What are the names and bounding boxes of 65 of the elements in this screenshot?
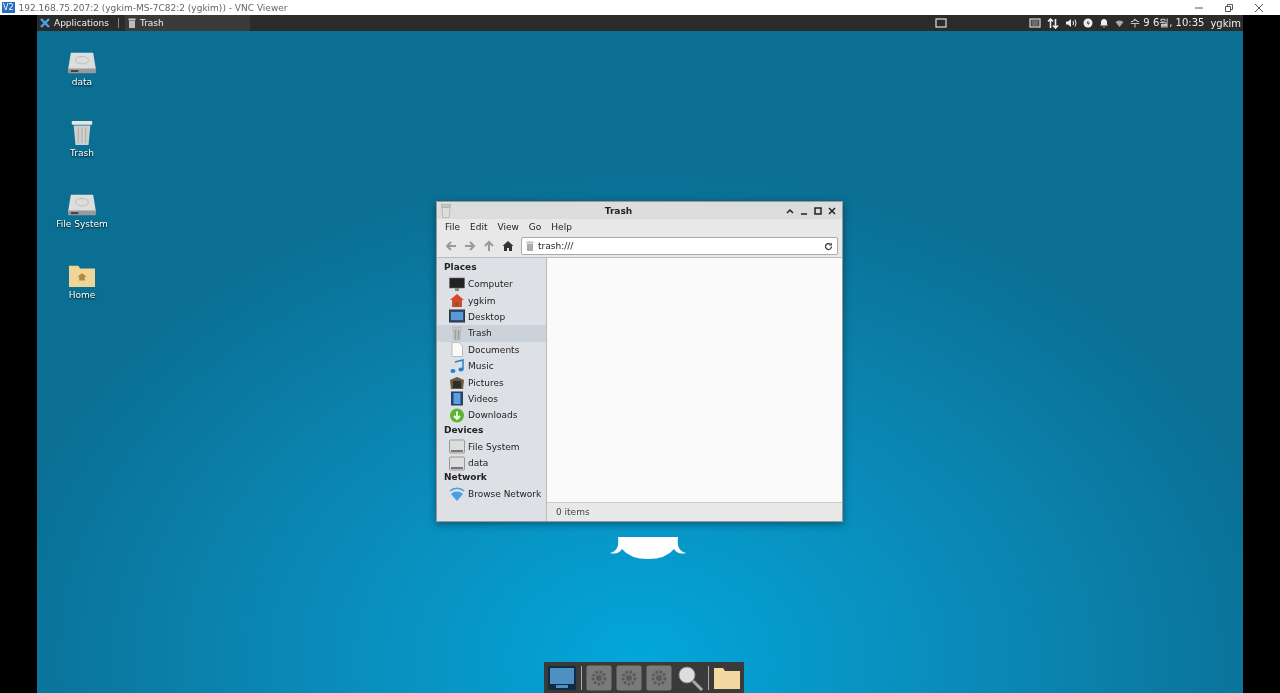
power-icon[interactable] bbox=[1083, 18, 1094, 28]
menu-item[interactable]: View bbox=[497, 222, 519, 232]
desktop-icon-label[interactable]: File System bbox=[56, 219, 108, 229]
music-note-icon bbox=[449, 358, 465, 374]
wifi-icon bbox=[449, 487, 465, 502]
menu-item[interactable]: Edit bbox=[470, 222, 488, 232]
close-icon[interactable] bbox=[828, 206, 836, 215]
sidebar-item[interactable]: Videos bbox=[437, 390, 546, 408]
trash-icon bbox=[128, 18, 136, 28]
status-text: 0 items bbox=[556, 507, 590, 517]
sidebar-item[interactable]: Music bbox=[437, 357, 546, 375]
window-title: Trash bbox=[603, 205, 634, 216]
volume-icon[interactable] bbox=[1065, 18, 1078, 28]
bell-icon[interactable] bbox=[1099, 18, 1110, 28]
monitor-icon bbox=[449, 276, 465, 292]
trash-icon[interactable] bbox=[69, 120, 95, 146]
network-arrows-icon[interactable] bbox=[1047, 17, 1060, 29]
applications-menu[interactable]: Applications bbox=[37, 15, 112, 31]
taskbar-button[interactable]: Trash bbox=[125, 15, 250, 31]
shade-icon[interactable] bbox=[786, 206, 794, 215]
window-title: 192.168.75.207:2 (ygkim-MS-7C82:2 (ygkim)) - VNC Viewer bbox=[18, 2, 288, 13]
desktop-icon-label[interactable]: Trash bbox=[70, 148, 94, 158]
sidebar-item[interactable]: Documents bbox=[437, 341, 546, 358]
section-heading: Devices bbox=[443, 423, 485, 437]
sidebar-item[interactable]: Desktop bbox=[437, 308, 546, 326]
sidebar-item[interactable]: Trash bbox=[437, 325, 546, 342]
clock[interactable]: 수 9 6월, 10:35 bbox=[1130, 16, 1205, 30]
maximize-icon[interactable] bbox=[814, 206, 822, 215]
reload-icon[interactable] bbox=[824, 241, 833, 251]
sidebar-item[interactable]: data bbox=[437, 454, 546, 472]
search-icon[interactable] bbox=[676, 665, 704, 691]
menu-item[interactable]: Go bbox=[528, 222, 542, 232]
menu-item[interactable]: File bbox=[445, 222, 461, 232]
section-heading: Network bbox=[443, 471, 488, 485]
sidebar-item[interactable]: Computer bbox=[437, 276, 546, 293]
close-icon[interactable] bbox=[1254, 2, 1264, 13]
screen-icon bbox=[449, 309, 465, 325]
sidebar-item[interactable]: Pictures bbox=[437, 374, 546, 391]
restore-icon[interactable] bbox=[1224, 2, 1234, 13]
wifi-icon[interactable] bbox=[1115, 18, 1125, 28]
sidebar-item[interactable]: Browse Network bbox=[437, 486, 546, 503]
sidebar-item[interactable]: Downloads bbox=[437, 407, 546, 424]
house-icon bbox=[449, 293, 465, 309]
drive-icon bbox=[449, 439, 465, 455]
trash-icon bbox=[526, 241, 534, 251]
trash-icon bbox=[449, 325, 465, 341]
section-heading: Places bbox=[443, 261, 478, 274]
app-logo: V2 bbox=[2, 2, 15, 13]
window-icon[interactable] bbox=[1029, 18, 1042, 28]
film-icon bbox=[449, 391, 465, 407]
xfce-icon bbox=[40, 18, 50, 28]
sidebar-item[interactable]: File System bbox=[437, 438, 546, 455]
pictures-icon bbox=[449, 375, 465, 391]
window-icon[interactable] bbox=[935, 18, 948, 28]
menu-item[interactable]: Help bbox=[551, 222, 572, 232]
location-field[interactable]: trash:/// bbox=[521, 237, 838, 255]
user-name[interactable]: ygkim bbox=[1210, 17, 1243, 29]
drive-icon bbox=[449, 455, 465, 471]
folder-icon[interactable] bbox=[713, 666, 741, 690]
sidebar-item[interactable]: ygkim bbox=[437, 292, 546, 309]
desktop-icon-label[interactable]: data bbox=[71, 77, 93, 87]
download-icon bbox=[449, 407, 465, 423]
home-icon[interactable] bbox=[502, 240, 514, 252]
screen-icon[interactable] bbox=[547, 665, 577, 691]
desktop-icon-label[interactable]: Home bbox=[68, 290, 96, 300]
